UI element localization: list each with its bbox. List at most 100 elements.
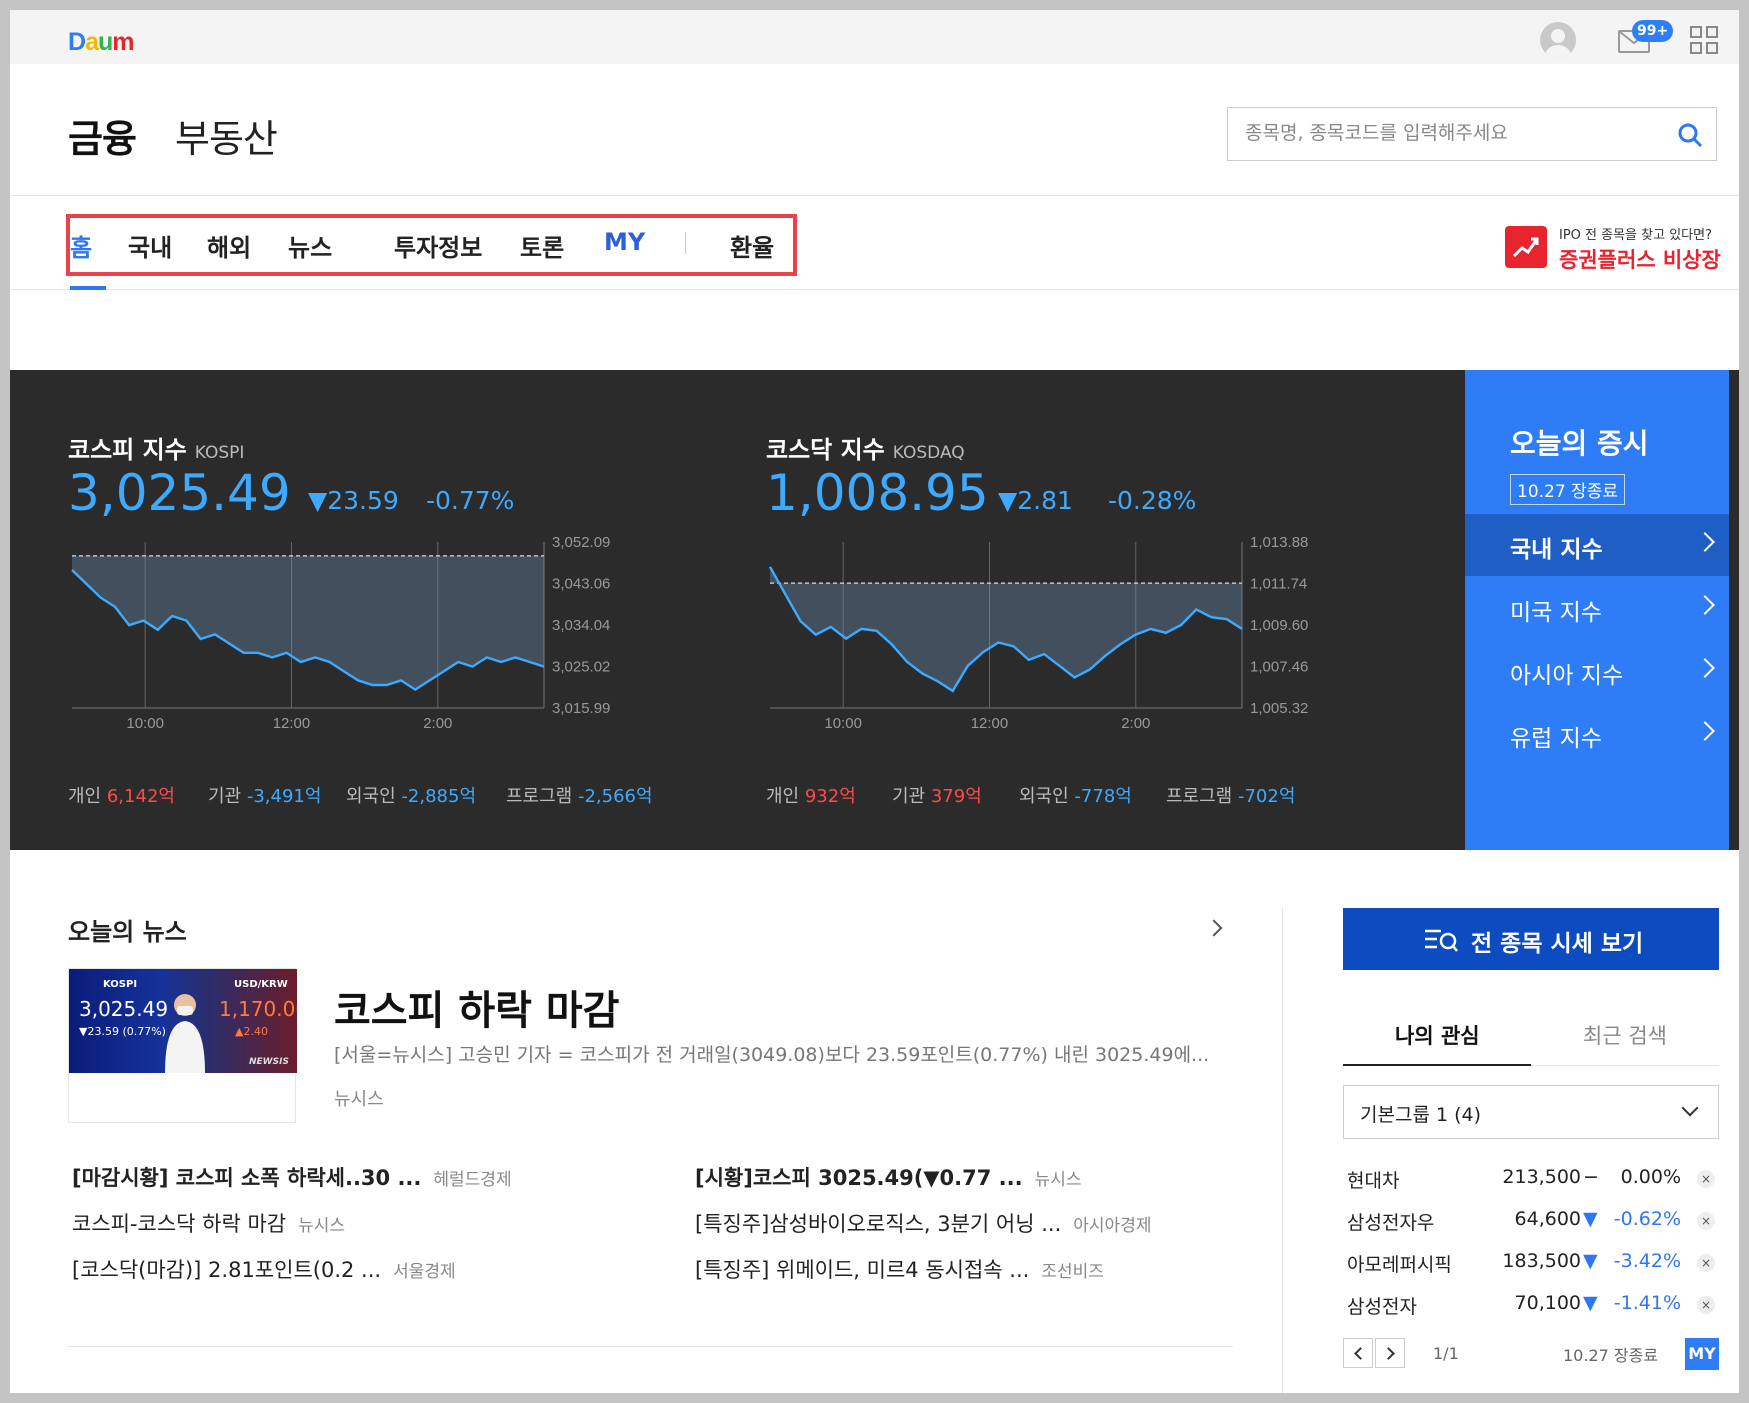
news-list-item[interactable]: 코스피-코스닥 하락 마감 뉴시스 (72, 1208, 345, 1238)
flow-program-amount: -2,566 (577, 786, 637, 807)
promo-banner[interactable]: IPO 전 종목을 찾고 있다면? 증권플러스 비상장 (1505, 224, 1725, 272)
news-photo: KOSPI 3,025.49 ▼23.59 (0.77%) USD/KRW 1,… (69, 969, 297, 1073)
tab-domestic[interactable]: 국내 (128, 228, 172, 263)
stock-name: 삼성전자 (1347, 1296, 1417, 1318)
y-tick-label: 1,005.32 (1250, 700, 1308, 717)
tab-investment-info[interactable]: 투자정보 (394, 228, 482, 263)
group-select[interactable]: 기본그룹 1 (4) (1343, 1085, 1719, 1139)
remove-icon[interactable]: × (1697, 1170, 1715, 1188)
news-list-item[interactable]: [특징주] 위메이드, 미르4 동시접속 ... 조선비즈 (695, 1254, 1104, 1284)
logo-letter-d: D (68, 28, 86, 56)
flow-foreign: 외국인 -2,885억 (346, 782, 476, 808)
y-tick-label: 1,009.60 (1250, 617, 1308, 634)
tab-my-watch[interactable]: 나의 관심 (1395, 1020, 1480, 1050)
stock-plus-icon (1505, 226, 1547, 268)
kospi-change-pct: -0.77% (426, 486, 515, 515)
tab-home[interactable]: 홈 (70, 228, 92, 263)
tab-recent-search[interactable]: 최근 검색 (1583, 1020, 1667, 1050)
kospi-panel[interactable]: 코스피 지수 KOSPI 3,025.49 ▼23.59 -0.77% 3,052… (68, 370, 688, 850)
my-button[interactable]: MY (1685, 1338, 1719, 1370)
kosdaq-change-pct: -0.28% (1108, 486, 1197, 515)
remove-icon[interactable]: × (1697, 1212, 1715, 1230)
down-arrow-icon: ▼ (1583, 1250, 1598, 1272)
today-item-domestic[interactable]: 국내 지수 (1465, 514, 1729, 576)
flow-individual: 개인 932억 (766, 782, 856, 808)
watchlist-row[interactable]: 삼성전자 70,100 ▼ -1.41% × (1343, 1286, 1719, 1324)
today-item-europe[interactable]: 유럽 지수 (1465, 703, 1729, 765)
news-item-source: 뉴시스 (298, 1216, 346, 1236)
flow-foreign-label: 외국인 (1019, 786, 1069, 807)
kosdaq-investor-flows: 개인 932억 기관 379억 외국인 -778억 프로그램 -702억 (766, 782, 1386, 808)
flow-program-amount: -702 (1237, 786, 1279, 807)
x-tick-label: 12:00 (273, 715, 311, 732)
top-bar: Daum 99+ (10, 10, 1739, 64)
y-tick-label: 3,043.06 (552, 576, 610, 593)
news-list-item[interactable]: [특징주]삼성바이오로직스, 3분기 어닝 ... 아시아경제 (695, 1208, 1151, 1238)
tab-discussion[interactable]: 토론 (520, 228, 564, 263)
today-title: 오늘의 증시 (1510, 427, 1649, 460)
remove-icon[interactable]: × (1697, 1296, 1715, 1314)
news-list-item[interactable]: [시황]코스피 3025.49(▼0.77 ... 뉴시스 (695, 1162, 1081, 1192)
search-icon[interactable] (1676, 121, 1704, 149)
active-tab-indicator (70, 286, 106, 290)
tab-overseas[interactable]: 해외 (207, 228, 251, 263)
flow-program-label: 프로그램 (1166, 786, 1233, 807)
kospi-code: KOSPI (194, 443, 245, 463)
news-summary[interactable]: [서울=뉴시스] 고승민 기자 = 코스피가 전 거래일(3049.08)보다 … (334, 1040, 1228, 1067)
x-tick-label: 2:00 (423, 715, 452, 732)
news-thumbnail[interactable]: KOSPI 3,025.49 ▼23.59 (0.77%) USD/KRW 1,… (68, 968, 297, 1123)
flow-unit: 억 (158, 786, 175, 807)
tab-my[interactable]: MY (604, 228, 645, 256)
news-list-item[interactable]: [마감시황] 코스피 소폭 하락세..30 ... 헤럴드경제 (72, 1162, 512, 1192)
thumb-usd-change: ▲2.40 (235, 1025, 268, 1038)
news-headline[interactable]: 코스피 하락 마감 (334, 978, 619, 1036)
news-more-chevron-icon[interactable] (1205, 919, 1223, 937)
y-tick-label: 3,015.99 (552, 700, 610, 717)
all-stocks-button[interactable]: 전 종목 시세 보기 (1343, 908, 1719, 970)
thumb-kospi-change: ▼23.59 (0.77%) (79, 1025, 166, 1038)
flow-unit: 억 (839, 786, 856, 807)
flow-individual-amount: 6,142 (106, 786, 159, 807)
flow-institution-value: -3,491억 (247, 786, 322, 807)
watchlist-row[interactable]: 현대차 213,500 − 0.00% × (1343, 1160, 1719, 1198)
stock-search-box (1227, 107, 1717, 161)
logo-letter-m: m (112, 28, 134, 56)
tab-news[interactable]: 뉴스 (288, 228, 332, 263)
stock-name: 아모레퍼시픽 (1347, 1254, 1452, 1276)
chevron-right-icon (1382, 1347, 1395, 1360)
today-item-us[interactable]: 미국 지수 (1465, 577, 1729, 639)
flow-program: 프로그램 -702억 (1166, 782, 1295, 808)
stock-search-input[interactable] (1245, 122, 1665, 144)
apps-grid-icon[interactable] (1690, 26, 1719, 55)
mail-badge: 99+ (1632, 20, 1674, 42)
kospi-chart: 3,052.09 3,043.06 3,034.04 3,025.02 3,015.99… (71, 534, 610, 732)
market-section: 코스피 지수 KOSPI 3,025.49 ▼23.59 -0.77% 3,052… (10, 370, 1739, 850)
next-page-button[interactable] (1375, 1338, 1405, 1368)
stock-price: 183,500 (1502, 1250, 1581, 1272)
kospi-title: 코스피 지수 KOSPI (68, 430, 244, 465)
browser-page: Daum 99+ 금융 부동산 홈 국내 해외 뉴스 투자정보 토론 MY 환율 (10, 10, 1739, 1393)
today-date-badge: 10.27 장종료 (1510, 474, 1625, 505)
today-item-asia[interactable]: 아시아 지수 (1465, 640, 1729, 702)
logo-letter-a: a (85, 28, 99, 56)
tab-exchange-rate[interactable]: 환율 (730, 228, 774, 263)
avatar-icon[interactable] (1540, 22, 1576, 58)
chevron-right-icon (1695, 721, 1715, 741)
flow-foreign-label: 외국인 (346, 786, 396, 807)
prev-page-button[interactable] (1343, 1338, 1373, 1368)
y-tick-label: 1,013.88 (1250, 534, 1308, 551)
remove-icon[interactable]: × (1697, 1254, 1715, 1272)
service-realestate-link[interactable]: 부동산 (175, 108, 278, 163)
active-tab-indicator (1343, 1064, 1531, 1066)
kosdaq-panel[interactable]: 코스닥 지수 KOSDAQ 1,008.95 ▼2.81 -0.28% 1,013… (766, 370, 1386, 850)
flow-program: 프로그램 -2,566억 (506, 782, 653, 808)
flow-program-label: 프로그램 (506, 786, 573, 807)
news-list-item[interactable]: [코스닥(마감)] 2.81포인트(0.2 ... 서울경제 (72, 1254, 456, 1284)
flow-institution-label: 기관 (208, 786, 242, 807)
flow-individual-label: 개인 (68, 786, 102, 807)
watchlist-row[interactable]: 삼성전자우 64,600 ▼ -0.62% × (1343, 1202, 1719, 1240)
watchlist-row[interactable]: 아모레퍼시픽 183,500 ▼ -3.42% × (1343, 1244, 1719, 1282)
daum-logo[interactable]: Daum (68, 28, 134, 57)
x-tick-label: 10:00 (126, 715, 164, 732)
service-finance-link[interactable]: 금융 (68, 108, 137, 163)
